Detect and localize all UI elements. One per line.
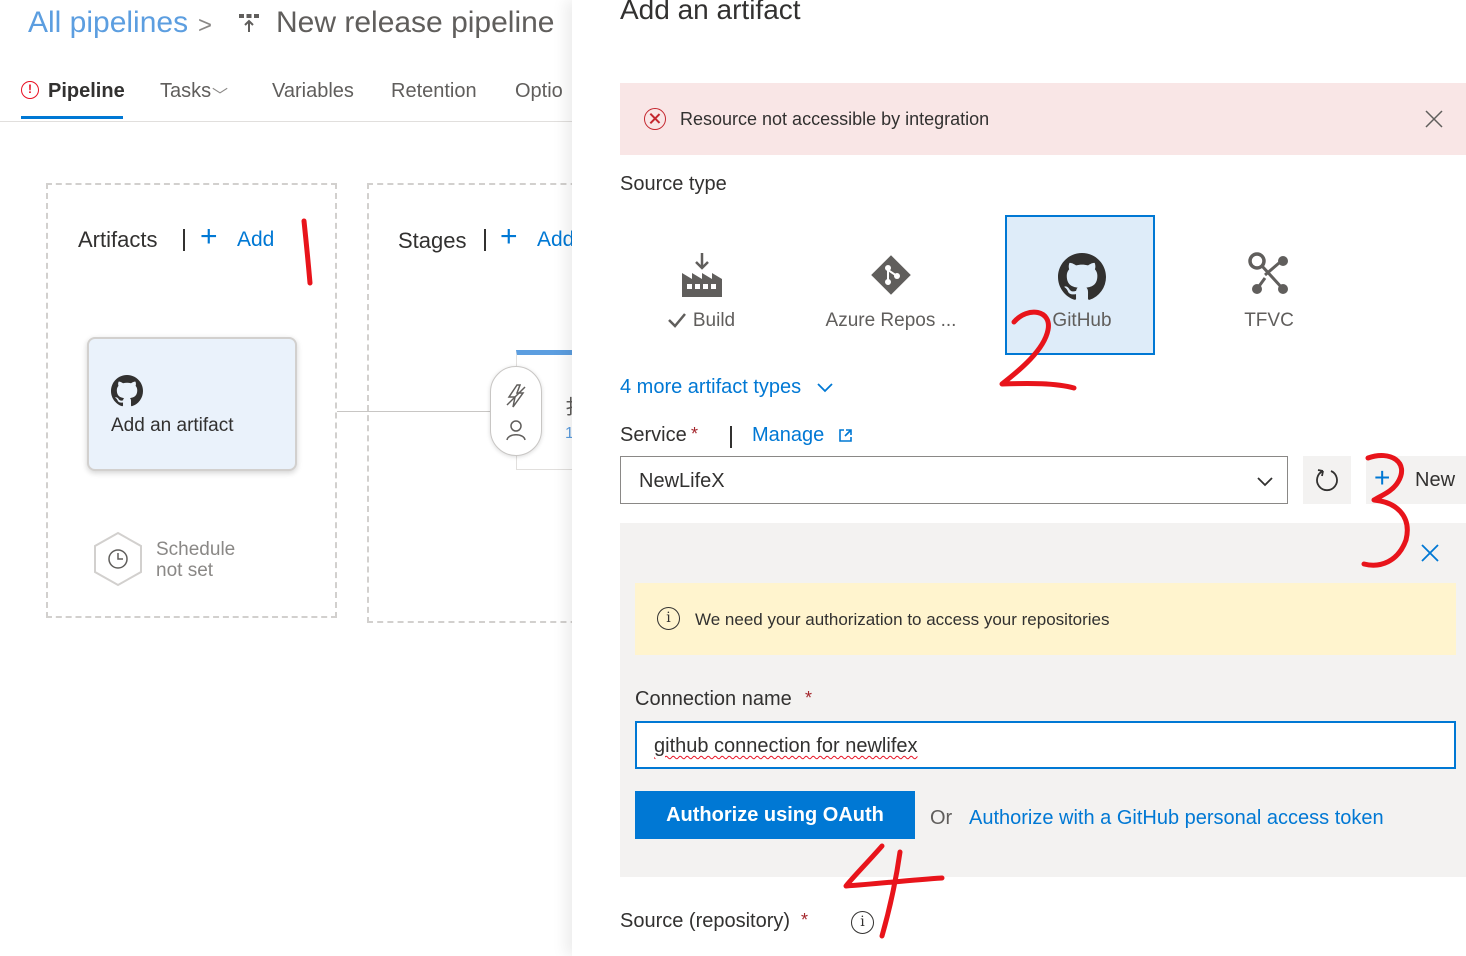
- refresh-button[interactable]: [1303, 456, 1351, 504]
- required-marker: *: [801, 910, 809, 930]
- source-type-label: Build: [692, 310, 736, 331]
- tab-tasks[interactable]: Tasks: [160, 80, 211, 103]
- schedule-icon[interactable]: [92, 531, 144, 587]
- add-artifact-link[interactable]: Add: [237, 228, 274, 252]
- github-icon: [111, 375, 143, 407]
- stages-title: Stages: [398, 228, 467, 253]
- error-message: Resource not accessible by integration: [680, 109, 990, 129]
- active-tab-indicator: [21, 116, 123, 119]
- panel-title: Add an artifact: [620, 0, 801, 25]
- oauth-button-label: Authorize using OAuth: [666, 804, 884, 826]
- release-pipeline-icon: [239, 14, 259, 32]
- source-type-label: TFVC: [1244, 310, 1294, 331]
- breadcrumb-all-pipelines[interactable]: All pipelines: [28, 6, 188, 40]
- required-marker: *: [691, 424, 699, 444]
- stage-card-name: 扌: [565, 391, 572, 420]
- source-type-github[interactable]: GitHub: [1005, 215, 1155, 355]
- connection-name-value: github connection for newlifex: [654, 735, 918, 757]
- person-icon[interactable]: [505, 419, 527, 441]
- stage-card-count: 1: [565, 425, 572, 442]
- plus-icon: +: [1374, 462, 1391, 493]
- breadcrumb-chevron-icon: >: [198, 12, 213, 39]
- close-icon[interactable]: [1422, 107, 1446, 131]
- chevron-down-icon: ﹀: [212, 88, 229, 105]
- new-service-connection-button[interactable]: + New: [1366, 456, 1466, 504]
- divider: [730, 426, 732, 448]
- add-artifact-panel: Add an artifact Resource not accessible …: [572, 0, 1466, 956]
- github-authorization-panel: i We need your authorization to access y…: [620, 523, 1466, 877]
- tab-variables[interactable]: Variables: [272, 80, 354, 103]
- artifact-card-label: Add an artifact: [111, 415, 234, 436]
- close-icon[interactable]: [1420, 543, 1440, 563]
- service-selected-value: NewLifeX: [639, 470, 725, 492]
- lightning-icon[interactable]: [503, 383, 529, 409]
- plus-icon[interactable]: +: [200, 220, 218, 254]
- tab-options[interactable]: Optio: [515, 80, 563, 103]
- warning-icon: !: [21, 81, 39, 99]
- connection-name-label: Connection name: [635, 688, 792, 710]
- required-marker: *: [805, 688, 813, 708]
- divider: [484, 229, 486, 251]
- manage-link[interactable]: Manage: [752, 424, 824, 447]
- page-title: New release pipeline: [276, 6, 555, 39]
- service-label: Service: [620, 424, 687, 446]
- authorize-oauth-button[interactable]: Authorize using OAuth: [635, 791, 915, 839]
- source-type-label: Azure Repos ...: [825, 310, 957, 331]
- source-type-label: GitHub: [1052, 310, 1112, 331]
- error-icon: [644, 108, 666, 130]
- tab-retention[interactable]: Retention: [391, 80, 477, 103]
- error-message-bar: Resource not accessible by integration: [620, 83, 1466, 155]
- connector-line: [337, 411, 492, 412]
- connection-name-input[interactable]: github connection for newlifex: [635, 721, 1456, 769]
- divider: [183, 229, 185, 251]
- azure-repos-icon: [871, 255, 911, 295]
- github-icon: [1058, 253, 1106, 300]
- add-artifact-card[interactable]: Add an artifact: [87, 337, 297, 471]
- authorization-info-bar: i We need your authorization to access y…: [635, 583, 1456, 655]
- or-text: Or: [930, 807, 953, 829]
- tab-pipeline[interactable]: Pipeline: [48, 80, 125, 103]
- build-icon: [682, 253, 722, 297]
- chevron-down-icon[interactable]: [816, 378, 834, 396]
- pipeline-editor: All pipelines > New release pipeline ! P…: [0, 0, 572, 956]
- service-dropdown[interactable]: NewLifeX: [620, 456, 1288, 504]
- artifacts-title: Artifacts: [78, 227, 158, 252]
- source-type-tfvc[interactable]: TFVC: [1194, 215, 1344, 355]
- more-artifact-types-link[interactable]: 4 more artifact types: [620, 376, 801, 399]
- source-type-azure-repos[interactable]: Azure Repos ...: [816, 215, 966, 355]
- plus-icon[interactable]: +: [500, 220, 518, 254]
- source-type-label: Source type: [620, 173, 727, 195]
- info-icon: i: [657, 607, 680, 630]
- refresh-icon: [1316, 469, 1338, 491]
- source-type-build[interactable]: Build: [627, 215, 777, 355]
- chevron-down-icon: [1257, 477, 1273, 487]
- schedule-label: Schedule not set: [156, 539, 236, 581]
- external-link-icon[interactable]: [838, 428, 853, 443]
- new-button-label: New: [1415, 469, 1456, 491]
- info-icon[interactable]: i: [851, 911, 874, 934]
- add-stage-link[interactable]: Add: [537, 228, 572, 252]
- authorization-message: We need your authorization to access you…: [695, 610, 1110, 629]
- tab-divider: [0, 121, 572, 122]
- pre-deployment-conditions[interactable]: [490, 366, 542, 456]
- tfvc-icon: [1248, 252, 1288, 294]
- source-repository-label: Source (repository): [620, 910, 791, 932]
- authorize-pat-link[interactable]: Authorize with a GitHub personal access …: [969, 807, 1384, 830]
